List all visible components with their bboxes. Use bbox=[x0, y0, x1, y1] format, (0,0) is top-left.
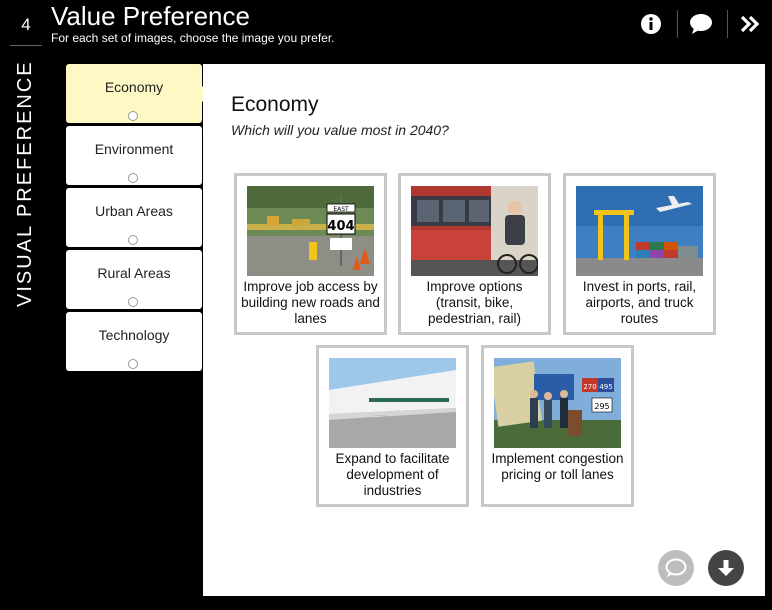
page-title: Value Preference bbox=[51, 1, 250, 31]
tab-economy[interactable]: Economy bbox=[66, 64, 211, 123]
highway-construction-image: EAST 404 bbox=[247, 186, 374, 276]
tab-rural-areas[interactable]: Rural Areas bbox=[66, 250, 202, 309]
header: 4 Value Preference For each set of image… bbox=[0, 0, 772, 50]
page-subtitle: For each set of images, choose the image… bbox=[51, 31, 335, 45]
tab-label: Economy bbox=[104, 79, 164, 95]
step-number: 4 bbox=[10, 8, 42, 46]
warehouse-image bbox=[329, 358, 456, 448]
header-divider bbox=[727, 10, 728, 38]
comment-button[interactable] bbox=[689, 12, 713, 36]
press-conference-image: 270 495 295 bbox=[494, 358, 621, 448]
tab-label: Urban Areas bbox=[95, 203, 173, 219]
option-card-transit[interactable]: Improve options (transit, bike, pedestri… bbox=[398, 173, 551, 335]
info-button[interactable] bbox=[639, 12, 663, 36]
tab-radio bbox=[128, 235, 138, 245]
comment-fab-button[interactable] bbox=[658, 550, 694, 586]
option-label: Improve job access by building new roads… bbox=[241, 279, 380, 326]
tab-radio bbox=[128, 173, 138, 183]
sign-number-b: 495 bbox=[599, 383, 612, 391]
double-chevron-right-icon bbox=[740, 15, 760, 33]
tab-urban-areas[interactable]: Urban Areas bbox=[66, 188, 202, 247]
tab-label: Environment bbox=[94, 141, 174, 157]
option-card-industry[interactable]: Expand to facilitate development of indu… bbox=[316, 345, 469, 507]
category-tabs: Economy Environment Urban Areas Rural Ar… bbox=[66, 64, 211, 374]
panel-question: Which will you value most in 2040? bbox=[231, 122, 449, 138]
comment-icon bbox=[690, 14, 712, 34]
road-sign-text-top: EAST bbox=[333, 206, 349, 213]
tab-radio bbox=[128, 297, 138, 307]
sign-number-a: 270 bbox=[583, 383, 596, 391]
option-label: Improve options (transit, bike, pedestri… bbox=[426, 279, 523, 326]
option-card-ports[interactable]: Invest in ports, rail, airports, and tru… bbox=[563, 173, 716, 335]
arrow-down-icon bbox=[718, 560, 734, 576]
road-sign-text-number: 404 bbox=[327, 219, 354, 234]
question-panel: Economy Which will you value most in 204… bbox=[203, 64, 765, 596]
tab-radio bbox=[128, 359, 138, 369]
option-label: Expand to facilitate development of indu… bbox=[335, 451, 450, 498]
sign-number-c: 295 bbox=[594, 402, 609, 411]
scroll-down-button[interactable] bbox=[708, 550, 744, 586]
cyclist-bus-image bbox=[411, 186, 538, 276]
tab-technology[interactable]: Technology bbox=[66, 312, 202, 371]
tab-environment[interactable]: Environment bbox=[66, 126, 202, 185]
header-divider bbox=[677, 10, 678, 38]
next-button[interactable] bbox=[738, 12, 762, 36]
option-card-roads[interactable]: EAST 404 Improve job access by building … bbox=[234, 173, 387, 335]
option-card-tolls[interactable]: 270 495 295 Implement congestion pricing… bbox=[481, 345, 634, 507]
port-airplane-image bbox=[576, 186, 703, 276]
section-label: VISUAL PREFERENCE bbox=[0, 60, 52, 314]
section-label-text: VISUAL PREFERENCE bbox=[14, 60, 36, 307]
option-label: Invest in ports, rail, airports, and tru… bbox=[582, 279, 697, 326]
option-label: Implement congestion pricing or toll lan… bbox=[491, 451, 624, 482]
tab-label: Technology bbox=[98, 327, 170, 343]
comment-bubble-icon bbox=[665, 558, 687, 577]
tab-radio bbox=[128, 111, 138, 121]
panel-title: Economy bbox=[231, 93, 319, 116]
tab-label: Rural Areas bbox=[97, 265, 171, 281]
info-icon bbox=[641, 14, 661, 34]
